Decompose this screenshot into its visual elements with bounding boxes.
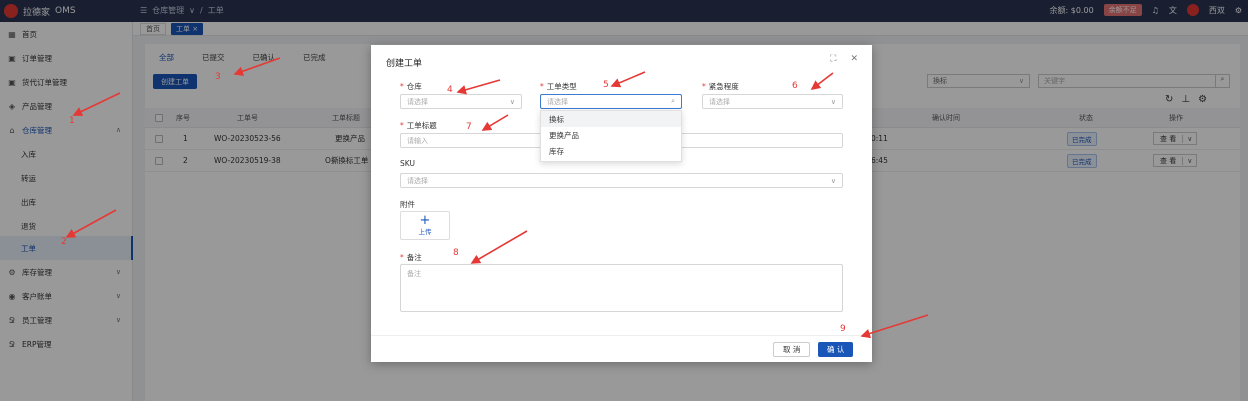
- annotation-number: 6: [792, 81, 798, 91]
- chevron-down-icon: ∨: [830, 97, 836, 106]
- remark-textarea[interactable]: 备注: [400, 264, 843, 312]
- title-label: * 工单标题: [400, 121, 437, 130]
- type-dropdown: 換标 更换产品 库存: [540, 110, 682, 162]
- plus-icon: +: [419, 213, 431, 228]
- dialog-title: 创建工单: [386, 59, 423, 69]
- close-icon[interactable]: ✕: [850, 54, 858, 64]
- warehouse-placeholder: 请选择: [407, 97, 428, 106]
- search-icon: ⌕: [671, 97, 675, 105]
- chevron-down-icon: ∨: [509, 97, 515, 106]
- type-label: * 工单类型: [540, 82, 577, 91]
- annotation-number: 3: [215, 72, 221, 82]
- upload-button[interactable]: + 上传: [400, 211, 450, 240]
- sku-label: SKU: [400, 159, 415, 168]
- cancel-button[interactable]: 取 消: [773, 342, 811, 357]
- attachment-label: 附件: [400, 200, 415, 209]
- annotation-number: 4: [447, 85, 453, 95]
- remark-placeholder: 备注: [407, 270, 421, 278]
- annotation-number: 9: [840, 324, 846, 334]
- annotation-number: 8: [453, 248, 459, 258]
- sku-select[interactable]: 请选择 ∨: [400, 173, 843, 188]
- annotation-number: 2: [61, 237, 67, 247]
- annotation-number: 7: [466, 122, 472, 132]
- warehouse-select[interactable]: 请选择 ∨: [400, 94, 522, 109]
- confirm-button[interactable]: 确 认: [818, 342, 854, 357]
- annotation-number: 5: [603, 80, 609, 90]
- annotation-number: 1: [69, 116, 75, 126]
- type-option[interactable]: 更换产品: [541, 127, 681, 143]
- remark-label: * 备注: [400, 253, 422, 262]
- urgency-placeholder: 请选择: [709, 97, 730, 106]
- upload-label: 上传: [418, 228, 432, 236]
- urgency-label: * 紧急程度: [702, 82, 739, 91]
- type-placeholder: 请选择: [547, 97, 568, 106]
- fullscreen-icon[interactable]: ⛶: [830, 54, 836, 64]
- type-select[interactable]: 请选择 ⌕: [540, 94, 682, 109]
- type-option[interactable]: 換标: [541, 111, 681, 127]
- dialog-controls: ⛶ ✕: [830, 54, 858, 64]
- title-placeholder: 请输入: [407, 136, 428, 145]
- chevron-down-icon: ∨: [830, 176, 836, 185]
- sku-placeholder: 请选择: [407, 176, 428, 185]
- warehouse-label: * 仓库: [400, 82, 422, 91]
- type-option[interactable]: 库存: [541, 143, 681, 159]
- urgency-select[interactable]: 请选择 ∨: [702, 94, 843, 109]
